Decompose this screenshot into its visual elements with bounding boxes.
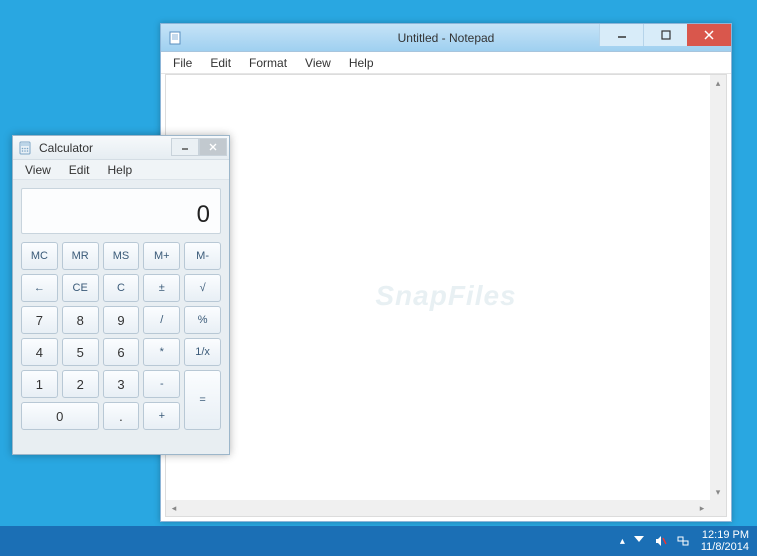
scroll-left-icon[interactable]: ◂	[166, 500, 182, 516]
scroll-up-icon[interactable]: ▴	[710, 75, 726, 91]
network-icon[interactable]	[675, 533, 691, 549]
maximize-button[interactable]	[643, 24, 687, 46]
menu-edit[interactable]: Edit	[202, 54, 239, 72]
notepad-window: Untitled - Notepad File Edit Format View…	[160, 23, 732, 522]
scroll-corner	[710, 500, 726, 516]
vertical-scrollbar[interactable]: ▴ ▾	[710, 75, 726, 500]
notepad-textarea[interactable]: SnapFiles ▴ ▾ ◂ ▸	[165, 74, 727, 517]
percent-button[interactable]: %	[184, 306, 221, 334]
calculator-title: Calculator	[39, 141, 93, 155]
digit-9-button[interactable]: 9	[103, 306, 140, 334]
menu-help[interactable]: Help	[341, 54, 382, 72]
digit-2-button[interactable]: 2	[62, 370, 99, 398]
taskbar-time: 12:19 PM	[701, 529, 749, 541]
menu-view[interactable]: View	[297, 54, 339, 72]
close-button[interactable]	[687, 24, 731, 46]
backspace-button[interactable]: ←	[21, 274, 58, 302]
system-tray: ▴	[620, 533, 691, 549]
divide-button[interactable]: /	[143, 306, 180, 334]
notepad-icon	[167, 30, 183, 46]
digit-5-button[interactable]: 5	[62, 338, 99, 366]
mplus-button[interactable]: M+	[143, 242, 180, 270]
digit-6-button[interactable]: 6	[103, 338, 140, 366]
taskbar-date: 11/8/2014	[701, 541, 749, 553]
mc-button[interactable]: MC	[21, 242, 58, 270]
scroll-down-icon[interactable]: ▾	[710, 484, 726, 500]
calc-menu-edit[interactable]: Edit	[61, 161, 98, 179]
digit-7-button[interactable]: 7	[21, 306, 58, 334]
subtract-button[interactable]: -	[143, 370, 180, 398]
watermark-text: SnapFiles	[375, 280, 516, 312]
calc-minimize-button[interactable]	[171, 138, 199, 156]
volume-icon[interactable]	[653, 533, 669, 549]
horizontal-scrollbar[interactable]: ◂ ▸	[166, 500, 710, 516]
menu-format[interactable]: Format	[241, 54, 295, 72]
window-controls	[599, 24, 731, 46]
mr-button[interactable]: MR	[62, 242, 99, 270]
digit-1-button[interactable]: 1	[21, 370, 58, 398]
calculator-menubar: View Edit Help	[13, 160, 229, 180]
sqrt-button[interactable]: √	[184, 274, 221, 302]
digit-4-button[interactable]: 4	[21, 338, 58, 366]
scroll-right-icon[interactable]: ▸	[694, 500, 710, 516]
taskbar-clock[interactable]: 12:19 PM 11/8/2014	[701, 529, 749, 553]
calc-menu-help[interactable]: Help	[99, 161, 140, 179]
digit-8-button[interactable]: 8	[62, 306, 99, 334]
digit-0-button[interactable]: 0	[21, 402, 99, 430]
calculator-keypad: MC MR MS M+ M- ← CE C ± √ 7 8 9 / % 4 5 …	[13, 242, 229, 438]
notepad-menubar: File Edit Format View Help	[161, 52, 731, 74]
calculator-window: Calculator View Edit Help 0 MC MR MS M+ …	[12, 135, 230, 455]
decimal-button[interactable]: .	[103, 402, 140, 430]
notepad-titlebar[interactable]: Untitled - Notepad	[161, 24, 731, 52]
menu-file[interactable]: File	[165, 54, 200, 72]
mminus-button[interactable]: M-	[184, 242, 221, 270]
add-button[interactable]: +	[143, 402, 180, 430]
action-center-icon[interactable]	[631, 533, 647, 549]
calculator-icon	[17, 140, 33, 156]
calculator-window-controls	[171, 138, 227, 156]
plusminus-button[interactable]: ±	[143, 274, 180, 302]
digit-3-button[interactable]: 3	[103, 370, 140, 398]
taskbar[interactable]: ▴ 12:19 PM 11/8/2014	[0, 526, 757, 556]
c-button[interactable]: C	[103, 274, 140, 302]
multiply-button[interactable]: *	[143, 338, 180, 366]
calculator-titlebar[interactable]: Calculator	[13, 136, 229, 160]
calc-menu-view[interactable]: View	[17, 161, 59, 179]
minimize-button[interactable]	[599, 24, 643, 46]
equals-button[interactable]: =	[184, 370, 221, 430]
tray-overflow-icon[interactable]: ▴	[620, 536, 625, 547]
calculator-display: 0	[21, 188, 221, 234]
calc-close-button[interactable]	[199, 138, 227, 156]
ce-button[interactable]: CE	[62, 274, 99, 302]
ms-button[interactable]: MS	[103, 242, 140, 270]
reciprocal-button[interactable]: 1/x	[184, 338, 221, 366]
